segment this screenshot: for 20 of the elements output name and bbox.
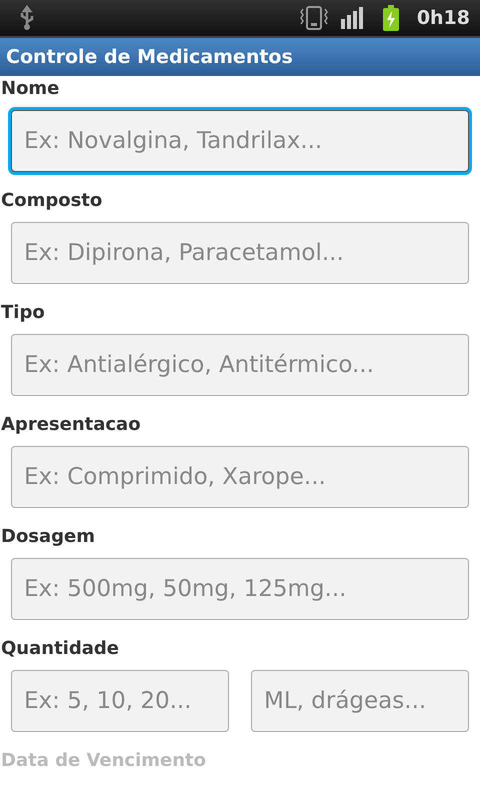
field-label: Data de Vencimento [0,749,208,772]
field-label: Dosagem [0,525,96,548]
field-label: Nome [0,77,60,100]
text-input[interactable]: ML, drágeas... [251,670,469,732]
battery-charging-icon [382,5,399,31]
title-bar: Controle de Medicamentos [0,38,480,76]
text-input[interactable]: Ex: 500mg, 50mg, 125mg... [11,558,469,620]
field-label: Apresentacao [0,413,142,436]
field-label: Quantidade [0,637,120,660]
usb-icon [18,5,36,31]
field-label: Tipo [0,301,46,324]
text-input[interactable]: Ex: 5, 10, 20... [11,670,229,732]
text-input[interactable]: Ex: Comprimido, Xarope... [11,446,469,508]
vibrate-icon [298,5,329,31]
field-label: Composto [0,189,104,212]
clock: 0h18 [416,7,470,29]
signal-icon [340,7,365,29]
text-input[interactable]: Ex: Antialérgico, Antitérmico... [11,334,469,396]
text-input[interactable]: Ex: Novalgina, Tandrilax... [11,110,469,172]
text-input[interactable]: Ex: Dipirona, Paracetamol... [11,222,469,284]
